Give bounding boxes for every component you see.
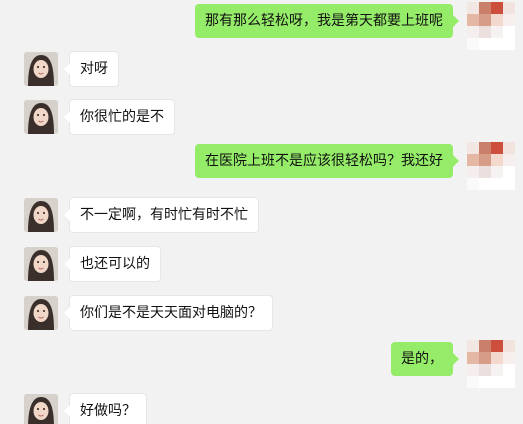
message-text: 对呀: [80, 61, 108, 77]
self-avatar-icon[interactable]: [467, 142, 515, 190]
message-text: 在医院上班不是应该很轻松吗？我还好: [205, 153, 443, 169]
message-bubble-received[interactable]: 你很忙的是不: [64, 99, 175, 135]
message-text: 不一定啊，有时忙有时不忙: [80, 207, 248, 223]
message-row-sent: 是的，: [391, 340, 515, 388]
message-text: 那有那么轻松呀，我是第天都要上班呢: [205, 13, 443, 29]
message-bubble-received[interactable]: 对呀: [64, 51, 119, 87]
message-text: 你们是不是天天面对电脑的？: [80, 305, 262, 321]
message-text: 你很忙的是不: [80, 109, 164, 125]
message-row-received: 也还可以的: [24, 246, 161, 282]
message-row-received: 你们是不是天天面对电脑的？: [24, 295, 273, 331]
message-row-received: 不一定啊，有时忙有时不忙: [24, 197, 259, 233]
self-avatar-icon[interactable]: [467, 2, 515, 50]
contact-avatar-icon[interactable]: [24, 198, 58, 232]
message-bubble-received[interactable]: 不一定啊，有时忙有时不忙: [64, 197, 259, 233]
message-bubble-sent[interactable]: 是的，: [391, 342, 459, 376]
message-bubble-received[interactable]: 好做吗？: [64, 393, 147, 424]
message-bubble-sent[interactable]: 那有那么轻松呀，我是第天都要上班呢: [195, 4, 459, 38]
message-row-received: 你很忙的是不: [24, 99, 175, 135]
message-row-sent: 在医院上班不是应该很轻松吗？我还好: [195, 142, 515, 190]
self-avatar-icon[interactable]: [467, 340, 515, 388]
message-row-sent: 那有那么轻松呀，我是第天都要上班呢: [195, 2, 515, 50]
message-text: 好做吗？: [80, 403, 136, 419]
chat-window: 那有那么轻松呀，我是第天都要上班呢 对呀 你很忙的是不 在医院上班不是应该很轻松…: [0, 0, 523, 424]
message-text: 也还可以的: [80, 256, 150, 272]
message-row-received: 对呀: [24, 51, 119, 87]
contact-avatar-icon[interactable]: [24, 52, 58, 86]
message-bubble-received[interactable]: 你们是不是天天面对电脑的？: [64, 295, 273, 331]
contact-avatar-icon[interactable]: [24, 394, 58, 424]
message-text: 是的，: [401, 351, 443, 367]
contact-avatar-icon[interactable]: [24, 296, 58, 330]
contact-avatar-icon[interactable]: [24, 100, 58, 134]
message-bubble-sent[interactable]: 在医院上班不是应该很轻松吗？我还好: [195, 144, 459, 178]
contact-avatar-icon[interactable]: [24, 247, 58, 281]
message-bubble-received[interactable]: 也还可以的: [64, 246, 161, 282]
message-row-received: 好做吗？: [24, 393, 147, 424]
